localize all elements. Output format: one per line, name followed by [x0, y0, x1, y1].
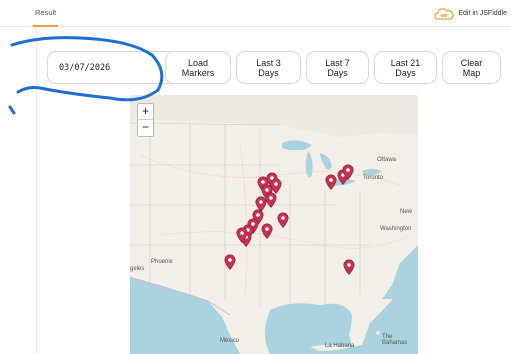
map-marker-icon[interactable]: [224, 254, 236, 270]
map-label-ottawa: Ottawa: [377, 157, 397, 163]
map-marker-icon[interactable]: [325, 174, 337, 190]
map-label-angeles: geles: [130, 266, 145, 272]
zoom-in-button[interactable]: +: [138, 104, 153, 120]
zoom-out-button[interactable]: −: [138, 120, 153, 136]
map-marker-icon[interactable]: [342, 164, 354, 180]
jsfiddle-header: Result Edit in JSFiddle: [0, 0, 511, 27]
map-label-washington: Washington: [380, 226, 412, 232]
map-label-phoenix: Phoenix: [151, 259, 173, 265]
map-marker-icon[interactable]: [277, 212, 289, 228]
last-3-days-button[interactable]: Last 3 Days: [236, 51, 301, 84]
jsfiddle-cloud-icon: [434, 8, 454, 20]
clear-map-button[interactable]: Clear Map: [442, 51, 501, 84]
zoom-control: + −: [137, 103, 154, 137]
map-tiles: [130, 95, 418, 354]
edit-in-jsfiddle-link[interactable]: Edit in JSFiddle: [434, 5, 507, 22]
map-marker-icon[interactable]: [343, 259, 355, 275]
map-marker-icon[interactable]: [261, 223, 273, 239]
last-21-days-button[interactable]: Last 21 Days: [374, 51, 437, 84]
map-view[interactable]: Ottawa Toronto New Washington Phoenix ge…: [130, 95, 418, 354]
edit-link-label: Edit in JSFiddle: [458, 10, 507, 17]
map-marker-icon[interactable]: [265, 192, 277, 208]
map-label-mexico: México: [220, 338, 240, 344]
tab-result[interactable]: Result: [33, 0, 59, 27]
map-marker-icon[interactable]: [236, 227, 248, 243]
map-label-toronto: Toronto: [363, 175, 384, 181]
map-label-new: New: [400, 209, 413, 215]
last-7-days-button[interactable]: Last 7 Days: [306, 51, 369, 84]
map-label-habana: La Habana: [325, 343, 355, 349]
load-markers-button[interactable]: Load Markers: [165, 51, 231, 84]
date-value: 03/07/2026: [59, 62, 111, 73]
map-label-bahamas: The Bahamas: [382, 334, 408, 346]
